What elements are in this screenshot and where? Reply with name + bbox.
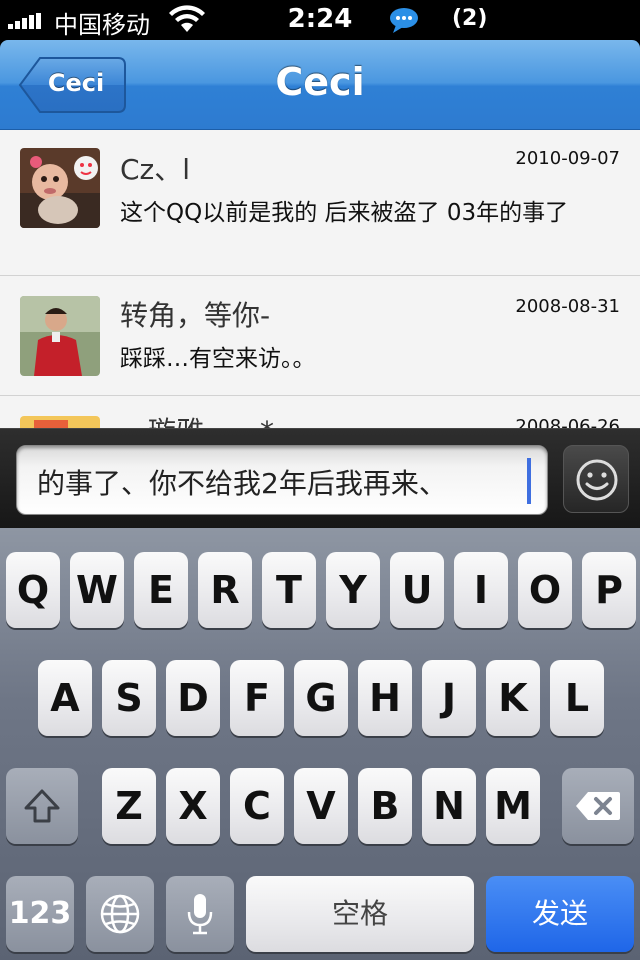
key-y[interactable]: Y xyxy=(326,552,380,628)
key-i[interactable]: I xyxy=(454,552,508,628)
message-text: 踩踩…有空来访。。 xyxy=(120,346,316,372)
message-input[interactable]: 的事了、你不给我2年后我再来、 xyxy=(16,445,548,515)
message-date: 2008-06-26 xyxy=(515,416,620,428)
key-w[interactable]: W xyxy=(70,552,124,628)
list-item[interactable]: Cz、l 2010-09-07 这个QQ以前是我的 后来被盗了 03年的事了 xyxy=(0,130,640,276)
message-input-text: 的事了、你不给我2年后我再来、 xyxy=(37,467,447,500)
key-q[interactable]: Q xyxy=(6,552,60,628)
contact-name: Cz、l xyxy=(120,153,191,186)
shift-key[interactable] xyxy=(6,768,78,844)
key-n[interactable]: N xyxy=(422,768,476,844)
message-date: 2008-08-31 xyxy=(515,296,620,317)
contact-name: 转角，等你- xyxy=(120,299,271,332)
key-r[interactable]: R xyxy=(198,552,252,628)
numbers-key[interactable]: 123 xyxy=(6,876,74,952)
keyboard: Q W E R T Y U I O P A S D F G H J K L Z … xyxy=(0,528,640,960)
key-k[interactable]: K xyxy=(486,660,540,736)
list-item[interactable]: 转角，等你- 2008-08-31 踩踩…有空来访。。 xyxy=(0,276,640,396)
contact-name: …璇雅……* xyxy=(120,410,274,428)
shift-icon xyxy=(24,789,60,823)
emoji-icon xyxy=(576,459,618,501)
send-button[interactable]: 发送 xyxy=(486,876,634,952)
message-text: 这个QQ以前是我的 后来被盗了 03年的事了 xyxy=(120,200,569,226)
key-t[interactable]: T xyxy=(262,552,316,628)
key-j[interactable]: J xyxy=(422,660,476,736)
key-v[interactable]: V xyxy=(294,768,348,844)
delete-icon xyxy=(576,792,620,820)
list-item[interactable]: …璇雅……* 2008-06-26 xyxy=(0,396,640,428)
space-key[interactable]: 空格 xyxy=(246,876,474,952)
key-g[interactable]: G xyxy=(294,660,348,736)
input-bar: 的事了、你不给我2年后我再来、 xyxy=(0,428,640,528)
message-list[interactable]: Cz、l 2010-09-07 这个QQ以前是我的 后来被盗了 03年的事了 转… xyxy=(0,130,640,428)
page-title: Ceci xyxy=(275,60,365,104)
key-o[interactable]: O xyxy=(518,552,572,628)
globe-key[interactable] xyxy=(86,876,154,952)
dictation-key[interactable] xyxy=(166,876,234,952)
avatar xyxy=(20,148,100,228)
message-date: 2010-09-07 xyxy=(515,148,620,169)
key-f[interactable]: F xyxy=(230,660,284,736)
key-u[interactable]: U xyxy=(390,552,444,628)
key-x[interactable]: X xyxy=(166,768,220,844)
key-d[interactable]: D xyxy=(166,660,220,736)
avatar xyxy=(20,296,100,376)
delete-key[interactable] xyxy=(562,768,634,844)
emoji-button[interactable] xyxy=(563,445,629,513)
key-a[interactable]: A xyxy=(38,660,92,736)
message-icon xyxy=(390,8,418,33)
badge-count: (2) xyxy=(452,6,488,31)
clock: 2:24 xyxy=(287,4,353,34)
key-c[interactable]: C xyxy=(230,768,284,844)
microphone-icon xyxy=(187,894,213,935)
key-m[interactable]: M xyxy=(486,768,540,844)
text-caret xyxy=(527,458,531,504)
key-z[interactable]: Z xyxy=(102,768,156,844)
avatar xyxy=(20,416,100,428)
key-p[interactable]: P xyxy=(582,552,636,628)
status-bar: 中国移动 2:24 (2) xyxy=(0,0,640,40)
key-h[interactable]: H xyxy=(358,660,412,736)
key-l[interactable]: L xyxy=(550,660,604,736)
globe-icon xyxy=(100,894,140,934)
navigation-bar: Ceci Ceci xyxy=(0,40,640,130)
key-b[interactable]: B xyxy=(358,768,412,844)
key-s[interactable]: S xyxy=(102,660,156,736)
key-e[interactable]: E xyxy=(134,552,188,628)
